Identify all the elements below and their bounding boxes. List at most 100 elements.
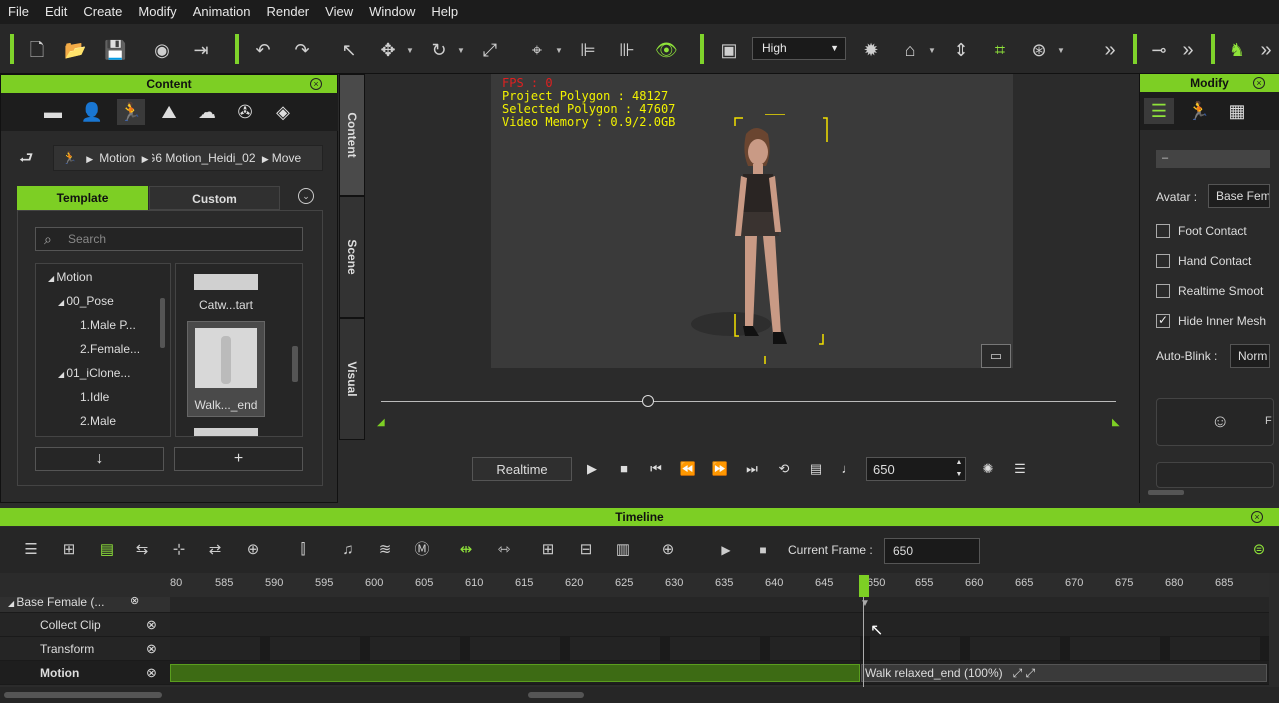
split-icon[interactable]: ⫿ bbox=[293, 540, 313, 560]
pick-target-icon[interactable]: ⌗ bbox=[989, 39, 1011, 61]
subtitle-icon[interactable]: ▤ bbox=[806, 457, 826, 481]
move-dropdown-icon[interactable]: ▼ bbox=[406, 46, 414, 55]
tab-scene[interactable]: Scene bbox=[339, 196, 365, 318]
realtime-smooth-checkbox[interactable]: Realtime Smoot bbox=[1156, 283, 1263, 299]
preview-icon[interactable]: ◉ bbox=[151, 39, 173, 61]
timeline-ruler[interactable]: 80 585 590 595 600 605 610 615 620 625 6… bbox=[170, 573, 1269, 599]
track-body[interactable] bbox=[170, 597, 1269, 613]
tab-template[interactable]: Template bbox=[17, 186, 148, 210]
snap-dropdown-icon[interactable]: ▼ bbox=[555, 46, 563, 55]
skip-start-icon[interactable]: ⏮ bbox=[646, 457, 666, 481]
foot-contact-checkbox[interactable]: Foot Contact bbox=[1156, 223, 1247, 239]
play-icon[interactable]: ▶ bbox=[716, 540, 736, 560]
comment-icon[interactable]: ▭ bbox=[981, 344, 1011, 368]
character-icon[interactable]: ♞ bbox=[1226, 39, 1248, 61]
close-icon[interactable]: ⊗ bbox=[130, 596, 139, 607]
current-frame-input[interactable]: 650 bbox=[884, 538, 980, 564]
settings-icon[interactable]: ✺ bbox=[978, 457, 998, 481]
distribute-icon[interactable]: ⊪ bbox=[616, 39, 638, 61]
props-icon[interactable]: ☁ bbox=[193, 99, 221, 125]
tree-item[interactable]: ◢ 00_Pose bbox=[58, 294, 114, 308]
track-body[interactable] bbox=[170, 613, 1269, 637]
zoom-icon[interactable]: ⊕ bbox=[658, 540, 678, 560]
skip-end-icon[interactable]: ⏭ bbox=[742, 457, 762, 481]
blend-icon[interactable]: ≋ bbox=[375, 540, 395, 560]
close-icon[interactable]: × bbox=[310, 78, 322, 90]
folder-icon[interactable]: ▬ bbox=[39, 99, 67, 125]
close-icon[interactable]: × bbox=[1253, 77, 1265, 89]
track-scrollbar[interactable] bbox=[4, 692, 162, 698]
menu-create[interactable]: Create bbox=[75, 0, 130, 24]
time-slider-handle[interactable] bbox=[642, 395, 654, 407]
add-button[interactable]: + bbox=[174, 447, 303, 471]
delete-frames-icon[interactable]: ⊟ bbox=[576, 540, 596, 560]
tab-content[interactable]: Content bbox=[339, 74, 365, 196]
swap-icon[interactable]: ⇆ bbox=[132, 540, 152, 560]
fit-range-icon[interactable]: ⇹ bbox=[456, 540, 476, 560]
collapse-header[interactable]: – bbox=[1156, 150, 1270, 168]
expression-button[interactable] bbox=[1156, 462, 1274, 488]
align-icon[interactable]: ⊫ bbox=[577, 39, 599, 61]
close-icon[interactable]: × bbox=[1251, 511, 1263, 523]
frame-input[interactable]: 650 bbox=[866, 457, 966, 481]
menu-edit[interactable]: Edit bbox=[37, 0, 75, 24]
thumbnail-selected[interactable]: Walk..._end bbox=[187, 321, 265, 417]
film-icon[interactable]: ▥ bbox=[613, 540, 633, 560]
export-icon[interactable]: ⇥ bbox=[190, 39, 212, 61]
stop-icon[interactable]: ■ bbox=[753, 540, 773, 560]
download-button[interactable]: ↓ bbox=[35, 447, 164, 471]
snap-icon[interactable]: ⌖ bbox=[526, 39, 548, 61]
media-icon[interactable]: ✇ bbox=[231, 99, 259, 125]
align-camera-dropdown-icon[interactable]: ▼ bbox=[1057, 46, 1065, 55]
frame-stepper[interactable]: ▲ ▼ bbox=[952, 457, 966, 481]
menu-render[interactable]: Render bbox=[259, 0, 318, 24]
hide-inner-mesh-checkbox[interactable]: ✓ Hide Inner Mesh bbox=[1156, 313, 1266, 329]
playhead-handle[interactable] bbox=[859, 575, 869, 597]
tree-scrollbar[interactable] bbox=[160, 298, 165, 348]
tree-item[interactable]: 2.Male bbox=[80, 414, 116, 428]
mark-icon[interactable]: Ⓜ bbox=[412, 540, 432, 560]
atmosphere-icon[interactable]: ◈ bbox=[269, 99, 297, 125]
rewind-icon[interactable]: ⏪ bbox=[678, 457, 698, 481]
transition-icon[interactable]: ⇄ bbox=[205, 540, 225, 560]
collect-clip-icon[interactable]: ▤ bbox=[97, 540, 117, 560]
home-camera-icon[interactable]: ⌂ bbox=[899, 39, 921, 61]
rotate-icon[interactable]: ↻ bbox=[428, 39, 450, 61]
thumbnail-label[interactable]: Catw...tart bbox=[190, 298, 262, 312]
scale-icon[interactable]: ⤢ bbox=[479, 39, 501, 61]
menu-window[interactable]: Window bbox=[361, 0, 423, 24]
sliders-icon[interactable]: ☰ bbox=[1144, 98, 1174, 124]
close-icon[interactable]: ⊗ bbox=[146, 613, 157, 637]
light-icon[interactable]: ✹ bbox=[860, 39, 882, 61]
new-file-icon[interactable]: 🗋 bbox=[26, 39, 48, 61]
track-motion[interactable]: Motion ⊗ bbox=[0, 661, 170, 685]
more-icon[interactable]: » bbox=[1177, 39, 1199, 61]
menu-help[interactable]: Help bbox=[423, 0, 466, 24]
select-icon[interactable]: ↖ bbox=[338, 39, 360, 61]
stop-icon[interactable]: ■ bbox=[614, 457, 634, 481]
timeline-scrollbar[interactable] bbox=[528, 692, 584, 698]
timeline-options-icon[interactable]: ⊜ bbox=[1249, 540, 1269, 560]
timeline-toggle-icon[interactable]: ☰ bbox=[1010, 457, 1030, 481]
layout-icon[interactable]: ▣ bbox=[718, 39, 740, 61]
menu-file[interactable]: File bbox=[0, 0, 37, 24]
more-icon[interactable]: » bbox=[1099, 39, 1121, 61]
add-key-icon[interactable]: ⊕ bbox=[243, 540, 263, 560]
quality-select[interactable]: High ▼ bbox=[752, 37, 846, 60]
modify-scrollbar[interactable] bbox=[1148, 490, 1184, 495]
breadcrumb-item[interactable]: Move bbox=[272, 151, 301, 165]
motion-clip[interactable]: Walk relaxed_end (100%) ⤢ ⤢ bbox=[861, 664, 1267, 682]
breadcrumb-item[interactable]: Motion bbox=[99, 151, 135, 165]
scene-icon[interactable]: ⛰ bbox=[155, 99, 183, 125]
more-icon[interactable]: » bbox=[1255, 39, 1277, 61]
add-track-icon[interactable]: ⊞ bbox=[59, 540, 79, 560]
time-slider-track[interactable] bbox=[381, 401, 1116, 402]
fast-forward-icon[interactable]: ⏩ bbox=[710, 457, 730, 481]
motion-clip-previous[interactable] bbox=[170, 664, 860, 682]
3d-viewport[interactable]: FPS : 0 Project Polygon : 48127 Selected… bbox=[491, 74, 1013, 368]
loop-icon[interactable]: ⟲ bbox=[774, 457, 794, 481]
menu-modify[interactable]: Modify bbox=[130, 0, 184, 24]
track-body[interactable]: Walk relaxed_end (100%) ⤢ ⤢ bbox=[170, 661, 1269, 685]
undo-icon[interactable]: ↶ bbox=[252, 39, 274, 61]
tree-item[interactable]: 1.Idle bbox=[80, 390, 109, 404]
